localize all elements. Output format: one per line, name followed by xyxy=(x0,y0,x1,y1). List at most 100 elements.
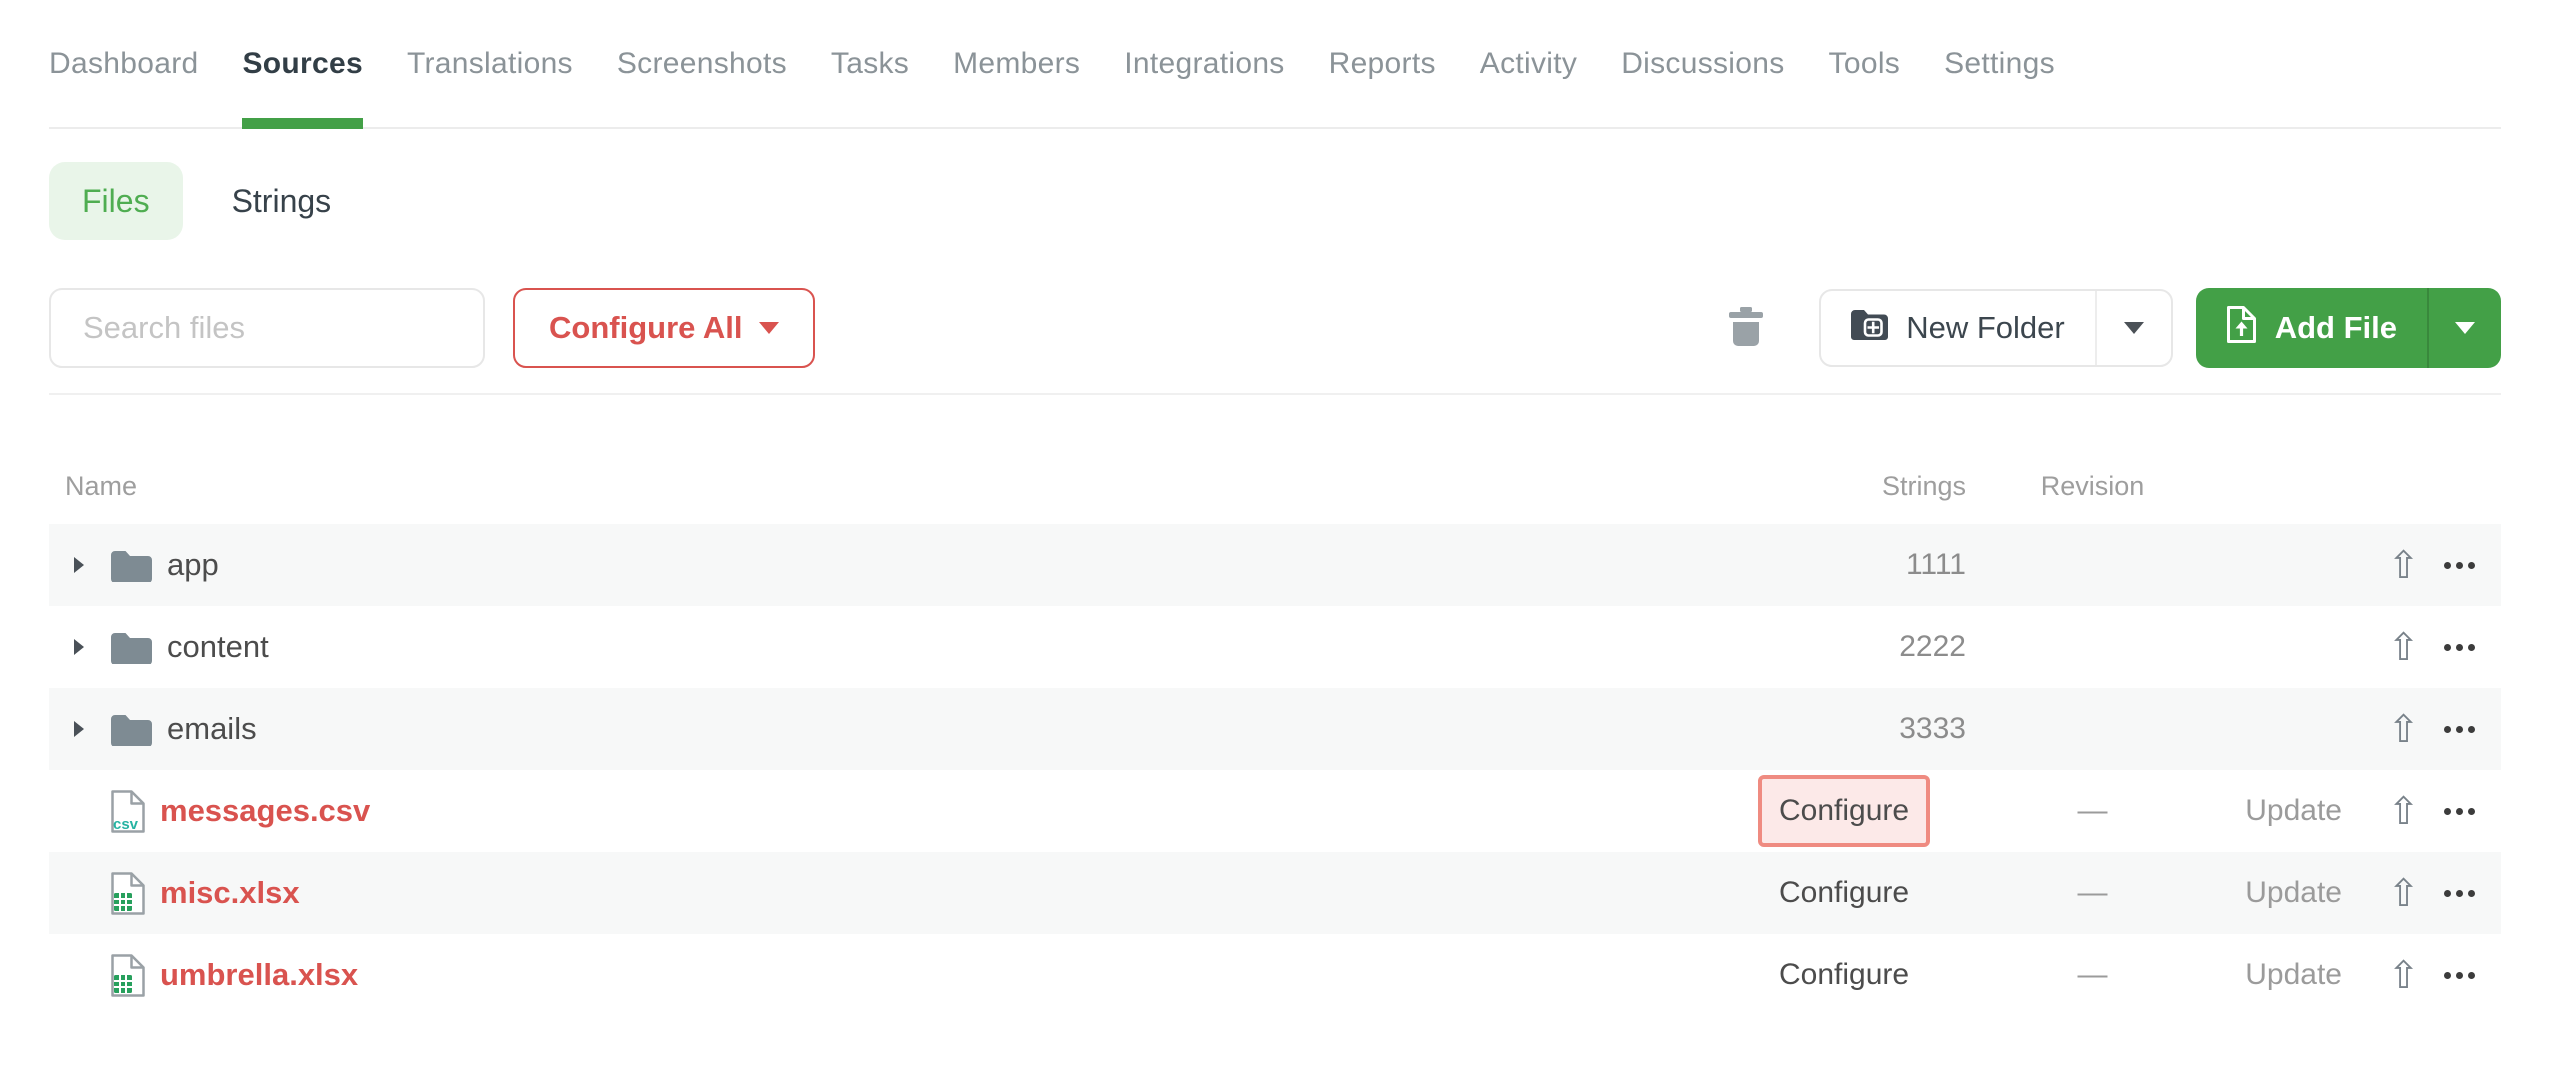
toolbar: Configure All xyxy=(49,288,2501,368)
row-name-label[interactable]: content xyxy=(167,629,269,665)
revision-value: — xyxy=(1985,958,2200,992)
row-name-label[interactable]: app xyxy=(167,547,219,583)
table-row[interactable]: csv messages.csv Configure — Update ⇧ xyxy=(49,770,2501,852)
upload-icon[interactable]: ⇧ xyxy=(2388,628,2420,666)
folder-icon xyxy=(111,713,152,746)
nav-item[interactable]: Members xyxy=(953,0,1080,127)
row-name-cell: content xyxy=(49,629,1735,665)
expand-caret-icon[interactable] xyxy=(74,639,84,655)
row-name-cell: csv messages.csv xyxy=(49,789,1735,834)
chevron-down-icon xyxy=(2124,322,2144,334)
nav-item[interactable]: Integrations xyxy=(1124,0,1284,127)
row-name-label[interactable]: misc.xlsx xyxy=(160,875,300,911)
row-name-label[interactable]: messages.csv xyxy=(160,793,370,829)
nav-item[interactable]: Translations xyxy=(407,0,573,127)
nav-item[interactable]: Tools xyxy=(1829,0,1901,127)
nav-item[interactable]: Sources xyxy=(242,0,363,127)
expand-caret-icon[interactable] xyxy=(74,721,84,737)
upload-icon[interactable]: ⇧ xyxy=(2388,546,2420,584)
revision-value: — xyxy=(1985,794,2200,828)
row-name-cell: emails xyxy=(49,711,1735,747)
strings-count: 2222 xyxy=(1899,630,1985,664)
upload-icon[interactable]: ⇧ xyxy=(2388,956,2420,994)
file-table-header: Name Strings Revision xyxy=(49,395,2501,524)
tab-files[interactable]: Files xyxy=(49,162,183,240)
column-header-name: Name xyxy=(49,471,1735,524)
add-file-split-button: Add File xyxy=(2196,288,2501,368)
row-name-label[interactable]: emails xyxy=(167,711,257,747)
ellipsis-menu-icon[interactable] xyxy=(2442,636,2477,659)
nav-item[interactable]: Dashboard xyxy=(49,0,198,127)
nav-item[interactable]: Discussions xyxy=(1621,0,1784,127)
nav-item-label: Integrations xyxy=(1124,47,1284,81)
column-header-strings: Strings xyxy=(1735,471,1985,524)
nav-item[interactable]: Reports xyxy=(1329,0,1436,127)
row-name-cell: app xyxy=(49,547,1735,583)
configure-button[interactable]: Configure xyxy=(1758,775,1930,847)
upload-icon[interactable]: ⇧ xyxy=(2388,710,2420,748)
file-upload-icon xyxy=(2226,305,2257,352)
subtabs: Files Strings xyxy=(49,162,2501,240)
nav-item-label: Reports xyxy=(1329,47,1436,81)
row-strings-cell: Configure xyxy=(1735,775,1985,847)
nav-item-label: Members xyxy=(953,47,1080,81)
chevron-down-icon xyxy=(2455,322,2475,334)
ellipsis-menu-icon[interactable] xyxy=(2442,554,2477,577)
nav-item-label: Dashboard xyxy=(49,47,198,81)
nav-item[interactable]: Activity xyxy=(1480,0,1577,127)
ellipsis-menu-icon[interactable] xyxy=(2442,964,2477,987)
upload-icon[interactable]: ⇧ xyxy=(2388,874,2420,912)
search-input[interactable] xyxy=(49,288,485,368)
expand-caret-icon[interactable] xyxy=(74,557,84,573)
table-row[interactable]: emails 3333 ⇧ xyxy=(49,688,2501,770)
configure-all-button[interactable]: Configure All xyxy=(513,288,815,368)
nav-item-label: Tools xyxy=(1829,47,1901,81)
csv-file-icon: csv xyxy=(110,789,146,834)
nav-item-label: Screenshots xyxy=(617,47,787,81)
add-file-dropdown-button[interactable] xyxy=(2427,288,2501,368)
add-file-button[interactable]: Add File xyxy=(2196,288,2427,368)
new-folder-button[interactable]: New Folder xyxy=(1821,291,2095,365)
configure-button[interactable]: Configure xyxy=(1758,857,1930,929)
nav-item[interactable]: Settings xyxy=(1944,0,2055,127)
nav-item-label: Discussions xyxy=(1621,47,1784,81)
tab-files-label: Files xyxy=(82,183,150,220)
table-row[interactable]: app 1111 ⇧ xyxy=(49,524,2501,606)
upload-icon[interactable]: ⇧ xyxy=(2388,792,2420,830)
table-row[interactable]: misc.xlsx Configure — Update ⇧ xyxy=(49,852,2501,934)
ellipsis-menu-icon[interactable] xyxy=(2442,882,2477,905)
strings-count: 3333 xyxy=(1899,712,1985,746)
row-strings-cell: 3333 xyxy=(1735,712,1985,746)
strings-count: 1111 xyxy=(1906,548,1985,582)
configure-all-label: Configure All xyxy=(549,310,742,346)
table-row[interactable]: content 2222 ⇧ xyxy=(49,606,2501,688)
row-name-cell: umbrella.xlsx xyxy=(49,953,1735,998)
delete-button[interactable] xyxy=(1729,307,1763,350)
new-folder-dropdown-button[interactable] xyxy=(2095,291,2171,365)
row-name-label[interactable]: umbrella.xlsx xyxy=(160,957,358,993)
tab-strings-label: Strings xyxy=(232,183,332,219)
nav-item[interactable]: Tasks xyxy=(831,0,909,127)
row-strings-cell: 2222 xyxy=(1735,630,1985,664)
configure-button[interactable]: Configure xyxy=(1758,939,1930,1011)
update-link[interactable]: Update xyxy=(2245,876,2342,909)
table-row[interactable]: umbrella.xlsx Configure — Update ⇧ xyxy=(49,934,2501,1016)
nav-item[interactable]: Screenshots xyxy=(617,0,787,127)
trash-icon xyxy=(1729,307,1763,350)
chevron-down-icon xyxy=(759,322,779,334)
revision-value: — xyxy=(1985,876,2200,910)
update-link[interactable]: Update xyxy=(2245,794,2342,827)
xlsx-file-icon xyxy=(110,871,146,916)
row-strings-cell: Configure xyxy=(1735,939,1985,1011)
ellipsis-menu-icon[interactable] xyxy=(2442,718,2477,741)
ellipsis-menu-icon[interactable] xyxy=(2442,800,2477,823)
sources-page: Dashboard Sources Translations Screensho… xyxy=(0,0,2550,1066)
row-name-cell: misc.xlsx xyxy=(49,871,1735,916)
folder-icon xyxy=(111,549,152,582)
update-link[interactable]: Update xyxy=(2245,958,2342,991)
nav-item-label: Tasks xyxy=(831,47,909,81)
xlsx-file-icon xyxy=(110,953,146,998)
tab-strings[interactable]: Strings xyxy=(232,183,332,220)
svg-text:csv: csv xyxy=(113,816,139,833)
file-table-body: app 1111 ⇧ content 2222 xyxy=(49,524,2501,1016)
